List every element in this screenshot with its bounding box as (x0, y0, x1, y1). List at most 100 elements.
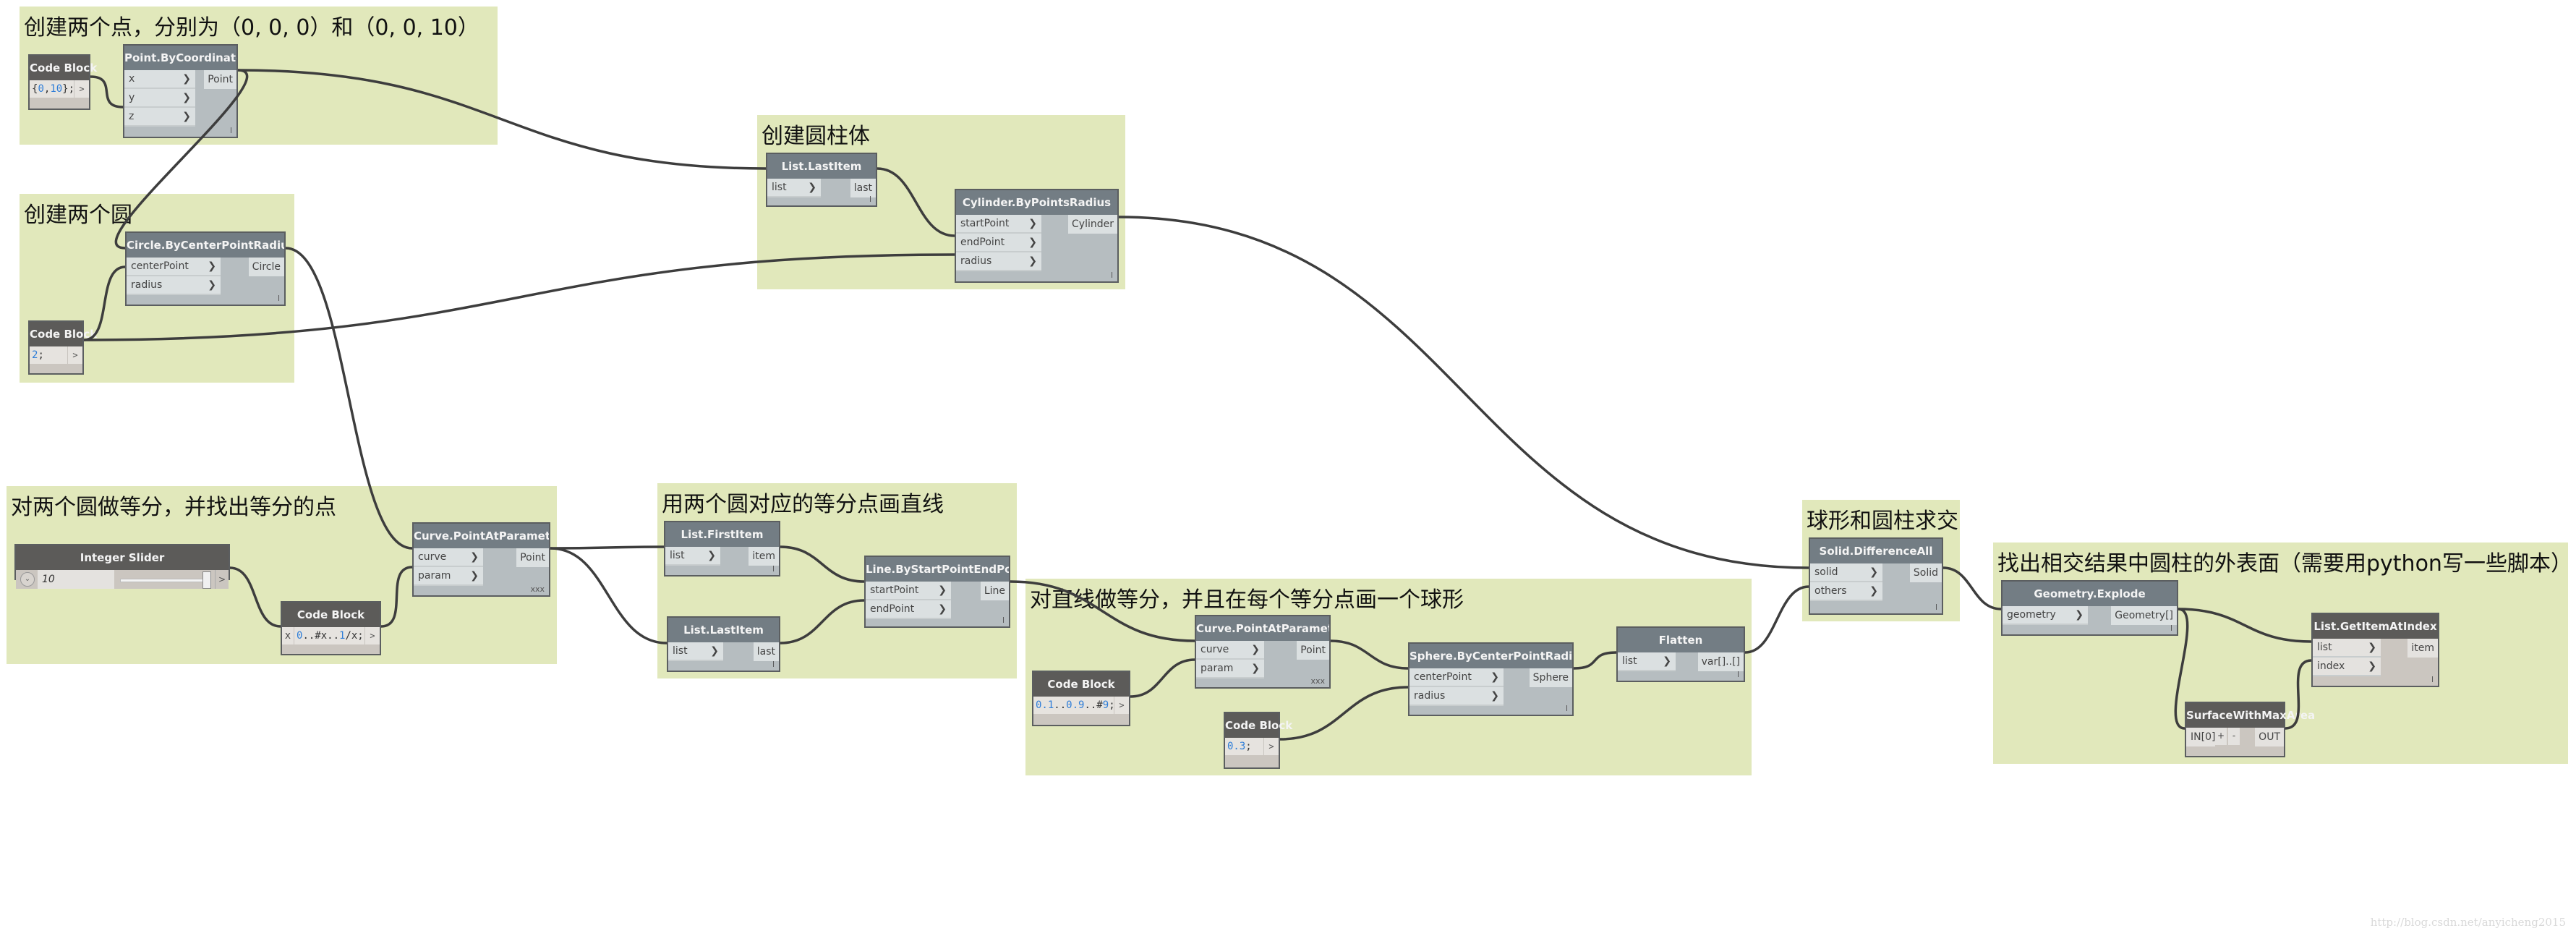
lacing-indicator[interactable]: l (2431, 675, 2434, 684)
input-port-centerpoint[interactable]: centerPoint ❯ (127, 258, 221, 276)
input-port-curve[interactable]: curve ❯ (1196, 641, 1264, 660)
point-by-coordinates-node[interactable]: Point.ByCoordinatesx❯Pointy❯z❯l (123, 44, 238, 138)
output-port[interactable]: Geometry[] (2111, 606, 2177, 625)
dynamo-canvas[interactable]: 创建两个点，分别为（0, 0, 0）和（0, 0, 10） 创建两个圆 创建圆柱… (0, 0, 2576, 936)
geometry-explode-node[interactable]: Geometry.Explode geometry ❯ Geometry[] l (2001, 580, 2178, 636)
list-get-item-at-index-node[interactable]: List.GetItemAtIndex list ❯ item index ❯ l (2311, 613, 2439, 687)
lacing-indicator[interactable]: l (772, 564, 775, 574)
output-port[interactable]: item (2407, 639, 2438, 658)
circle-by-center-point-radius-node[interactable]: Circle.ByCenterPointRadius centerPoint ❯ Ci… (125, 231, 286, 306)
remove-input-button[interactable]: - (2228, 728, 2240, 745)
curve-point-at-parameter-node[interactable]: Curve.PointAtParameter curve ❯ Point param ❯ x… (412, 522, 550, 597)
input-port-endpoint[interactable]: endPoint ❯ (866, 600, 951, 619)
node-title: SurfaceWithMaxArea (2186, 703, 2315, 728)
lacing-indicator[interactable]: l (772, 660, 775, 669)
lacing-indicator[interactable]: xxx (1310, 676, 1325, 686)
input-port-startpoint[interactable]: startPoint ❯ (956, 215, 1041, 234)
lacing-indicator[interactable]: l (1935, 603, 1937, 612)
code-input[interactable]: {0,10}; > (30, 80, 89, 98)
input-port-list[interactable]: list ❯ (665, 547, 720, 566)
output-port[interactable]: > (1114, 697, 1129, 714)
input-port-radius[interactable]: radius ❯ (956, 252, 1041, 271)
expand-toggle-icon[interactable]: ⌄ (20, 572, 35, 587)
input-port-param[interactable]: param ❯ (1196, 660, 1264, 678)
code-block-node[interactable]: Code Block 2; > (28, 320, 97, 375)
input-port-param[interactable]: param ❯ (414, 567, 483, 586)
output-port[interactable]: Cylinder (1068, 215, 1117, 234)
curve-point-at-parameter-node[interactable]: Curve.PointAtParameter curve ❯ Point param ❯ x… (1195, 615, 1331, 689)
input-port-radius[interactable]: radius ❯ (1409, 687, 1504, 706)
output-port[interactable]: > (67, 346, 82, 364)
output-port[interactable]: Sphere (1529, 668, 1572, 687)
list-last-item-node[interactable]: List.LastItem list ❯ last l (667, 616, 780, 672)
code-block-node[interactable]: Code Block {0,10}; > (28, 54, 97, 110)
input-port-index[interactable]: index ❯ (2313, 658, 2381, 676)
input-port-startpoint[interactable]: startPoint ❯ (866, 582, 951, 600)
input-port-radius[interactable]: radius ❯ (127, 276, 221, 295)
code-input[interactable]: 0.3; > (1225, 738, 1279, 755)
input-port-list[interactable]: list ❯ (2313, 639, 2381, 658)
list-last-item-node[interactable]: List.LastItem list ❯ last l (766, 153, 877, 207)
output-port[interactable]: item (749, 547, 779, 566)
input-port-others[interactable]: others ❯ (1810, 582, 1882, 601)
flatten-node[interactable]: Flatten list ❯ var[]..[] l (1616, 626, 1745, 682)
output-port[interactable]: OUT (2255, 728, 2284, 746)
output-port[interactable]: Solid (1909, 563, 1942, 582)
output-port[interactable]: Point (516, 548, 549, 567)
lacing-indicator[interactable]: l (1737, 670, 1739, 679)
output-port[interactable]: var[]..[] (1697, 652, 1744, 671)
output-port[interactable]: > (364, 627, 380, 644)
output-port[interactable]: Point (1297, 641, 1329, 660)
input-port-solid[interactable]: solid ❯ (1810, 563, 1882, 582)
output-port[interactable]: > (1263, 738, 1279, 755)
input-port-z[interactable]: z ❯ (124, 108, 195, 127)
input-port-list[interactable]: list ❯ (668, 642, 723, 661)
slider-value-field[interactable]: 10 (38, 570, 114, 589)
port-area: list ❯ var[]..[] (1618, 652, 1744, 671)
output-port[interactable]: > (74, 80, 89, 98)
lacing-indicator[interactable]: l (869, 195, 871, 204)
slider-track[interactable] (120, 579, 210, 582)
output-port[interactable]: Line (980, 582, 1009, 600)
code-block-node[interactable]: Code Block 0.1..0.9..#9; > (1032, 671, 1130, 726)
input-port-list[interactable]: list ❯ (767, 179, 821, 197)
input-port-x[interactable]: x ❯ (124, 70, 195, 89)
python-script-node[interactable]: SurfaceWithMaxArea IN[0] + - OUT (2185, 702, 2315, 757)
group-create-points[interactable]: 创建两个点，分别为（0, 0, 0）和（0, 0, 10） (20, 7, 498, 145)
sphere-by-center-point-radius-node[interactable]: Sphere.ByCenterPointRadius centerPoint ❯ Sp… (1408, 642, 1574, 716)
input-port-y[interactable]: y ❯ (124, 89, 195, 108)
lacing-indicator[interactable]: l (1111, 271, 1113, 280)
line-by-start-point-end-point-node[interactable]: Line.ByStartPointEndPoint startPoint ❯ Line… (864, 556, 1010, 628)
connector (550, 547, 668, 644)
input-port[interactable]: IN[0] (2186, 728, 2215, 746)
lacing-indicator[interactable]: l (1566, 704, 1568, 713)
input-port-endpoint[interactable]: endPoint ❯ (956, 234, 1041, 252)
list-first-item-node[interactable]: List.FirstItem list ❯ item l (664, 521, 780, 577)
solid-difference-all-node[interactable]: Solid.DifferenceAll solid ❯ Solid others ❯ l (1809, 537, 1943, 615)
code-block-node[interactable]: Code Block x 0..#x..1/x; > (281, 601, 381, 655)
output-port[interactable]: last (753, 642, 779, 661)
output-port[interactable]: > (215, 570, 229, 589)
lacing-indicator[interactable]: l (2170, 624, 2172, 633)
code-input[interactable]: 2; > (30, 346, 82, 364)
input-port[interactable]: x (282, 627, 294, 644)
slider-thumb[interactable] (202, 571, 211, 589)
output-port[interactable]: last (850, 179, 876, 197)
input-port-list[interactable]: list ❯ (1618, 652, 1676, 671)
lacing-indicator[interactable]: xxx (530, 584, 545, 594)
lacing-indicator[interactable]: l (278, 294, 280, 303)
output-port[interactable]: Point (204, 70, 236, 89)
cylinder-by-points-radius-node[interactable]: Cylinder.ByPointsRadius startPoint ❯ Cylind… (955, 189, 1119, 283)
add-input-button[interactable]: + (2215, 728, 2227, 745)
lacing-indicator[interactable]: l (230, 126, 232, 135)
input-port-centerpoint[interactable]: centerPoint ❯ (1409, 668, 1504, 687)
port-row: endPoint ❯ (866, 600, 1009, 619)
output-port[interactable]: Circle (248, 258, 284, 276)
code-block-node[interactable]: Code Block 0.3; > (1224, 712, 1292, 769)
input-port-curve[interactable]: curve ❯ (414, 548, 483, 567)
lacing-indicator[interactable]: l (1002, 616, 1005, 625)
input-port-geometry[interactable]: geometry ❯ (2003, 606, 2088, 625)
code-input[interactable]: 0.1..0.9..#9; > (1033, 697, 1129, 714)
integer-slider-node[interactable]: Integer Slider ⌄ 10 > (14, 544, 230, 589)
code-input[interactable]: x 0..#x..1/x; > (282, 627, 380, 644)
